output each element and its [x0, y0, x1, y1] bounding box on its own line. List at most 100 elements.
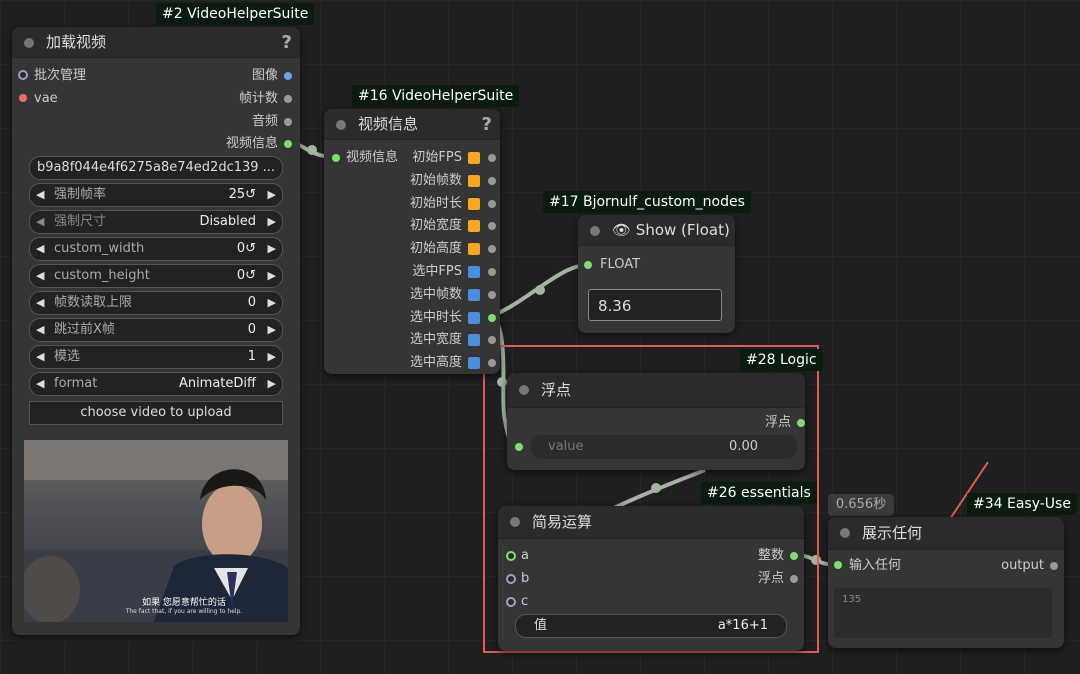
- float-value-box: 8.36: [588, 289, 722, 321]
- output-pin-video-info[interactable]: [284, 140, 292, 148]
- help-icon[interactable]: ?: [482, 110, 492, 140]
- input-pin-a[interactable]: [506, 551, 516, 561]
- output-label-int: 整数: [757, 548, 784, 563]
- output-pin-2[interactable]: [488, 199, 496, 208]
- output-pin-6[interactable]: [488, 290, 496, 299]
- increment-arrow-icon[interactable]: ▶: [268, 211, 276, 233]
- output-label-4: 初始高度: [409, 241, 462, 257]
- widget-label: custom_height: [54, 268, 150, 283]
- node-header[interactable]: 视频信息 ?: [324, 109, 500, 140]
- output-pin-0[interactable]: [488, 154, 496, 162]
- collapse-dot[interactable]: [840, 528, 850, 538]
- output-pin-frames[interactable]: [284, 95, 292, 103]
- show-float-node[interactable]: 👁 Show (Float) FLOAT 8.36: [578, 215, 735, 333]
- input-pin-vae[interactable]: [19, 94, 27, 102]
- output-pin-audio[interactable]: [284, 118, 292, 126]
- help-icon[interactable]: ?: [282, 28, 292, 58]
- output-label-frames: 帧计数: [238, 91, 278, 106]
- output-pin-9[interactable]: [488, 359, 496, 368]
- widget-label: value: [548, 439, 584, 454]
- node-header[interactable]: 加载视频 ?: [12, 27, 300, 58]
- decrement-arrow-icon[interactable]: ◀: [36, 211, 44, 233]
- node-badge: #26 essentials: [701, 482, 817, 504]
- widget-select-nth[interactable]: ◀ 模选 1 ▶: [29, 345, 283, 369]
- widget-label: 帧数读取上限: [54, 295, 133, 310]
- widget-skip-first[interactable]: ◀ 跳过前X帧 0 ▶: [29, 318, 283, 342]
- decrement-arrow-icon[interactable]: ◀: [36, 373, 44, 395]
- upload-button[interactable]: choose video to upload: [29, 401, 283, 425]
- output-label-float: 浮点: [757, 571, 784, 586]
- output-pin-3[interactable]: [488, 222, 496, 231]
- decrement-arrow-icon[interactable]: ◀: [36, 184, 44, 206]
- input-pin-batch[interactable]: [18, 70, 28, 80]
- file-selector[interactable]: b9a8f044e4f6275a8e74ed2dc139 ...: [29, 156, 283, 180]
- widget-label: 强制帧率: [54, 187, 107, 202]
- simple-math-node[interactable]: 简易运算 a b c 整数 浮点 值 a*16+1: [498, 506, 804, 651]
- output-pin-int[interactable]: [790, 552, 798, 560]
- increment-arrow-icon[interactable]: ▶: [268, 319, 276, 341]
- input-pin-any[interactable]: [834, 561, 842, 569]
- widget-label: 值: [534, 618, 548, 633]
- output-pin-float[interactable]: [797, 419, 805, 427]
- input-pin-b[interactable]: [506, 574, 516, 584]
- increment-arrow-icon[interactable]: ▶: [268, 346, 276, 368]
- video-info-node[interactable]: 视频信息 ? 视频信息 初始FPS 初始帧数 初始时长 初始宽度 初始高度 选中FPS 选中…: [324, 109, 500, 374]
- output-pin-5[interactable]: [488, 268, 496, 276]
- increment-arrow-icon[interactable]: ▶: [268, 265, 276, 287]
- widget-frame-cap[interactable]: ◀ 帧数读取上限 0 ▶: [29, 291, 283, 315]
- value-widget[interactable]: value 0.00: [531, 435, 797, 459]
- widget-custom-height[interactable]: ◀ custom_height 0↺ ▶: [29, 264, 283, 288]
- node-header[interactable]: 👁 Show (Float): [578, 215, 735, 246]
- input-label-batch: 批次管理: [34, 68, 87, 83]
- increment-arrow-icon[interactable]: ▶: [268, 184, 276, 206]
- input-label-a: a: [521, 548, 529, 563]
- node-badge: #2 VideoHelperSuite: [156, 3, 315, 25]
- decrement-arrow-icon[interactable]: ◀: [36, 346, 44, 368]
- output-label-video-info: 视频信息: [225, 136, 278, 151]
- input-pin-video-info[interactable]: [332, 154, 340, 162]
- node-header[interactable]: 展示任何: [828, 517, 1064, 550]
- collapse-dot[interactable]: [590, 226, 600, 236]
- collapse-dot[interactable]: [519, 385, 529, 395]
- output-pin-image[interactable]: [284, 72, 292, 80]
- widget-value: Disabled: [199, 214, 256, 229]
- execution-timer: 0.656秒: [828, 494, 894, 516]
- decrement-arrow-icon[interactable]: ◀: [36, 265, 44, 287]
- widget-force-size[interactable]: ◀ 强制尺寸 Disabled ▶: [29, 210, 283, 234]
- result-value: 135: [842, 594, 862, 605]
- node-header[interactable]: 简易运算: [498, 506, 804, 539]
- result-textarea[interactable]: 135: [834, 588, 1052, 638]
- input-pin-c[interactable]: [506, 597, 516, 607]
- orange-type-icon: [468, 220, 480, 233]
- widget-force-rate[interactable]: ◀ 强制帧率 25↺ ▶: [29, 183, 283, 207]
- input-pin-float[interactable]: [584, 261, 592, 269]
- node-header[interactable]: 浮点: [507, 373, 805, 408]
- output-pin[interactable]: [1050, 562, 1058, 570]
- expression-widget[interactable]: 值 a*16+1: [515, 614, 787, 638]
- collapse-dot[interactable]: [336, 120, 346, 130]
- widget-custom-width[interactable]: ◀ custom_width 0↺ ▶: [29, 237, 283, 261]
- widget-format[interactable]: ◀ format AnimateDiff ▶: [29, 372, 283, 396]
- increment-arrow-icon[interactable]: ▶: [268, 292, 276, 314]
- input-label-vae: vae: [34, 91, 58, 106]
- output-pin-float[interactable]: [790, 575, 798, 583]
- increment-arrow-icon[interactable]: ▶: [268, 373, 276, 395]
- widget-value: 0: [247, 295, 256, 310]
- blue-type-icon: [468, 311, 480, 324]
- output-pin-1[interactable]: [488, 176, 496, 185]
- input-pin-value[interactable]: [515, 443, 523, 451]
- collapse-dot[interactable]: [24, 38, 34, 48]
- increment-arrow-icon[interactable]: ▶: [268, 238, 276, 260]
- decrement-arrow-icon[interactable]: ◀: [36, 319, 44, 341]
- collapse-dot[interactable]: [510, 517, 520, 527]
- load-video-node[interactable]: 加载视频 ? 批次管理 vae 图像 帧计数 音频 视频信息 b9a8f044e…: [12, 27, 300, 635]
- show-any-node[interactable]: 展示任何 输入任何 output 135: [828, 517, 1064, 648]
- input-label-float: FLOAT: [600, 257, 641, 272]
- node-badge: #17 Bjornulf_custom_nodes: [543, 191, 751, 213]
- output-pin-4[interactable]: [488, 245, 496, 254]
- logic-float-node[interactable]: 浮点 浮点 value 0.00: [507, 373, 805, 470]
- decrement-arrow-icon[interactable]: ◀: [36, 238, 44, 260]
- decrement-arrow-icon[interactable]: ◀: [36, 292, 44, 314]
- output-pin-8[interactable]: [488, 336, 496, 345]
- output-pin-7[interactable]: [488, 313, 496, 322]
